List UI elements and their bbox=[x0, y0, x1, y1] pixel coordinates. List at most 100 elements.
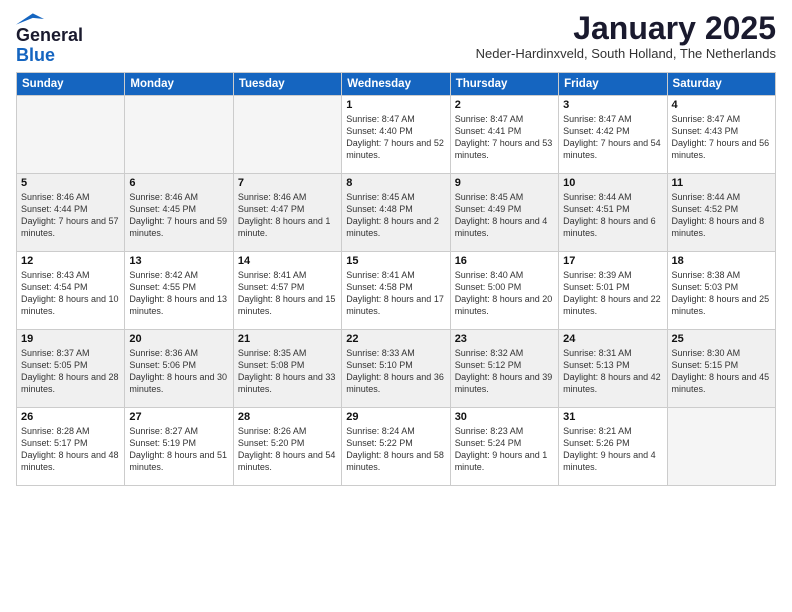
day-info: Sunrise: 8:45 AM Sunset: 4:48 PM Dayligh… bbox=[346, 191, 445, 240]
day-info: Sunrise: 8:27 AM Sunset: 5:19 PM Dayligh… bbox=[129, 425, 228, 474]
day-info: Sunrise: 8:46 AM Sunset: 4:47 PM Dayligh… bbox=[238, 191, 337, 240]
day-info: Sunrise: 8:35 AM Sunset: 5:08 PM Dayligh… bbox=[238, 347, 337, 396]
day-info: Sunrise: 8:33 AM Sunset: 5:10 PM Dayligh… bbox=[346, 347, 445, 396]
day-info: Sunrise: 8:41 AM Sunset: 4:58 PM Dayligh… bbox=[346, 269, 445, 318]
calendar-cell: 26 Sunrise: 8:28 AM Sunset: 5:17 PM Dayli… bbox=[17, 407, 125, 485]
calendar-cell: 10Sunrise: 8:44 AM Sunset: 4:51 PM Dayli… bbox=[559, 173, 667, 251]
calendar-cell: 2 Sunrise: 8:47 AM Sunset: 4:41 PM Daylig… bbox=[450, 95, 558, 173]
header: General Blue January 2025 Neder-Hardinxv… bbox=[16, 12, 776, 66]
day-info: Sunrise: 8:44 AM Sunset: 4:52 PM Dayligh… bbox=[672, 191, 771, 240]
day-info: Sunrise: 8:40 AM Sunset: 5:00 PM Dayligh… bbox=[455, 269, 554, 318]
calendar-cell: 14 Sunrise: 8:41 AM Sunset: 4:57 PM Dayli… bbox=[233, 251, 341, 329]
day-number: 25 bbox=[672, 333, 771, 345]
calendar-cell: 19 Sunrise: 8:37 AM Sunset: 5:05 PM Dayli… bbox=[17, 329, 125, 407]
day-number: 13 bbox=[129, 255, 228, 267]
calendar-cell: 31Sunrise: 8:21 AM Sunset: 5:26 PM Dayli… bbox=[559, 407, 667, 485]
calendar-cell: 17Sunrise: 8:39 AM Sunset: 5:01 PM Dayli… bbox=[559, 251, 667, 329]
calendar-cell: 13 Sunrise: 8:42 AM Sunset: 4:55 PM Dayli… bbox=[125, 251, 233, 329]
calendar-cell: 3Sunrise: 8:47 AM Sunset: 4:42 PM Daylig… bbox=[559, 95, 667, 173]
weekday-header-saturday: Saturday bbox=[667, 72, 775, 95]
day-number: 23 bbox=[455, 333, 554, 345]
day-number: 16 bbox=[455, 255, 554, 267]
logo: General Blue bbox=[16, 12, 83, 66]
day-number: 6 bbox=[129, 177, 228, 189]
day-number: 2 bbox=[455, 99, 554, 111]
day-number: 4 bbox=[672, 99, 771, 111]
calendar-cell: 9 Sunrise: 8:45 AM Sunset: 4:49 PM Daylig… bbox=[450, 173, 558, 251]
day-info: Sunrise: 8:46 AM Sunset: 4:45 PM Dayligh… bbox=[129, 191, 228, 240]
calendar-table: SundayMondayTuesdayWednesdayThursdayFrid… bbox=[16, 72, 776, 486]
day-info: Sunrise: 8:38 AM Sunset: 5:03 PM Dayligh… bbox=[672, 269, 771, 318]
day-info: Sunrise: 8:43 AM Sunset: 4:54 PM Dayligh… bbox=[21, 269, 120, 318]
month-title: January 2025 bbox=[476, 12, 776, 44]
calendar-cell: 18 Sunrise: 8:38 AM Sunset: 5:03 PM Dayli… bbox=[667, 251, 775, 329]
title-block: January 2025 Neder-Hardinxveld, South Ho… bbox=[476, 12, 776, 61]
day-number: 27 bbox=[129, 411, 228, 423]
weekday-header-sunday: Sunday bbox=[17, 72, 125, 95]
day-info: Sunrise: 8:47 AM Sunset: 4:41 PM Dayligh… bbox=[455, 113, 554, 162]
day-number: 30 bbox=[455, 411, 554, 423]
day-number: 17 bbox=[563, 255, 662, 267]
calendar-cell: 29Sunrise: 8:24 AM Sunset: 5:22 PM Dayli… bbox=[342, 407, 450, 485]
weekday-header-row: SundayMondayTuesdayWednesdayThursdayFrid… bbox=[17, 72, 776, 95]
weekday-header-friday: Friday bbox=[559, 72, 667, 95]
calendar-cell: 21 Sunrise: 8:35 AM Sunset: 5:08 PM Dayli… bbox=[233, 329, 341, 407]
calendar-cell: 25 Sunrise: 8:30 AM Sunset: 5:15 PM Dayli… bbox=[667, 329, 775, 407]
day-info: Sunrise: 8:47 AM Sunset: 4:42 PM Dayligh… bbox=[563, 113, 662, 162]
calendar-cell: 22 Sunrise: 8:33 AM Sunset: 5:10 PM Dayli… bbox=[342, 329, 450, 407]
day-number: 19 bbox=[21, 333, 120, 345]
day-number: 26 bbox=[21, 411, 120, 423]
weekday-header-tuesday: Tuesday bbox=[233, 72, 341, 95]
calendar-cell: 16 Sunrise: 8:40 AM Sunset: 5:00 PM Dayli… bbox=[450, 251, 558, 329]
day-number: 7 bbox=[238, 177, 337, 189]
calendar-week-row: 19 Sunrise: 8:37 AM Sunset: 5:05 PM Dayli… bbox=[17, 329, 776, 407]
day-number: 20 bbox=[129, 333, 228, 345]
calendar-cell: 28 Sunrise: 8:26 AM Sunset: 5:20 PM Dayli… bbox=[233, 407, 341, 485]
day-number: 5 bbox=[21, 177, 120, 189]
calendar-cell: 23 Sunrise: 8:32 AM Sunset: 5:12 PM Dayli… bbox=[450, 329, 558, 407]
calendar-cell bbox=[125, 95, 233, 173]
day-info: Sunrise: 8:23 AM Sunset: 5:24 PM Dayligh… bbox=[455, 425, 554, 474]
day-info: Sunrise: 8:26 AM Sunset: 5:20 PM Dayligh… bbox=[238, 425, 337, 474]
day-info: Sunrise: 8:37 AM Sunset: 5:05 PM Dayligh… bbox=[21, 347, 120, 396]
calendar-cell: 27 Sunrise: 8:27 AM Sunset: 5:19 PM Dayli… bbox=[125, 407, 233, 485]
day-info: Sunrise: 8:28 AM Sunset: 5:17 PM Dayligh… bbox=[21, 425, 120, 474]
day-number: 28 bbox=[238, 411, 337, 423]
calendar-cell: 4Sunrise: 8:47 AM Sunset: 4:43 PM Daylig… bbox=[667, 95, 775, 173]
calendar-cell bbox=[233, 95, 341, 173]
day-number: 9 bbox=[455, 177, 554, 189]
day-number: 12 bbox=[21, 255, 120, 267]
day-number: 18 bbox=[672, 255, 771, 267]
day-number: 1 bbox=[346, 99, 445, 111]
calendar-cell: 11Sunrise: 8:44 AM Sunset: 4:52 PM Dayli… bbox=[667, 173, 775, 251]
day-info: Sunrise: 8:32 AM Sunset: 5:12 PM Dayligh… bbox=[455, 347, 554, 396]
day-number: 14 bbox=[238, 255, 337, 267]
day-info: Sunrise: 8:42 AM Sunset: 4:55 PM Dayligh… bbox=[129, 269, 228, 318]
day-number: 21 bbox=[238, 333, 337, 345]
calendar-week-row: 12 Sunrise: 8:43 AM Sunset: 4:54 PM Dayli… bbox=[17, 251, 776, 329]
page: General Blue January 2025 Neder-Hardinxv… bbox=[0, 0, 792, 494]
day-number: 10 bbox=[563, 177, 662, 189]
calendar-week-row: 5 Sunrise: 8:46 AM Sunset: 4:44 PM Daylig… bbox=[17, 173, 776, 251]
calendar-cell: 8 Sunrise: 8:45 AM Sunset: 4:48 PM Daylig… bbox=[342, 173, 450, 251]
day-number: 29 bbox=[346, 411, 445, 423]
day-info: Sunrise: 8:45 AM Sunset: 4:49 PM Dayligh… bbox=[455, 191, 554, 240]
calendar-cell: 6 Sunrise: 8:46 AM Sunset: 4:45 PM Daylig… bbox=[125, 173, 233, 251]
day-info: Sunrise: 8:30 AM Sunset: 5:15 PM Dayligh… bbox=[672, 347, 771, 396]
day-number: 22 bbox=[346, 333, 445, 345]
logo-icon bbox=[16, 12, 44, 26]
day-info: Sunrise: 8:31 AM Sunset: 5:13 PM Dayligh… bbox=[563, 347, 662, 396]
calendar-cell: 24Sunrise: 8:31 AM Sunset: 5:13 PM Dayli… bbox=[559, 329, 667, 407]
calendar-cell: 20Sunrise: 8:36 AM Sunset: 5:06 PM Dayli… bbox=[125, 329, 233, 407]
logo-text-blue: Blue bbox=[16, 46, 55, 66]
day-info: Sunrise: 8:46 AM Sunset: 4:44 PM Dayligh… bbox=[21, 191, 120, 240]
weekday-header-thursday: Thursday bbox=[450, 72, 558, 95]
calendar-week-row: 1Sunrise: 8:47 AM Sunset: 4:40 PM Daylig… bbox=[17, 95, 776, 173]
calendar-cell: 15Sunrise: 8:41 AM Sunset: 4:58 PM Dayli… bbox=[342, 251, 450, 329]
calendar-week-row: 26 Sunrise: 8:28 AM Sunset: 5:17 PM Dayli… bbox=[17, 407, 776, 485]
day-number: 8 bbox=[346, 177, 445, 189]
weekday-header-wednesday: Wednesday bbox=[342, 72, 450, 95]
calendar-cell: 30 Sunrise: 8:23 AM Sunset: 5:24 PM Dayli… bbox=[450, 407, 558, 485]
calendar-cell: 1Sunrise: 8:47 AM Sunset: 4:40 PM Daylig… bbox=[342, 95, 450, 173]
day-info: Sunrise: 8:41 AM Sunset: 4:57 PM Dayligh… bbox=[238, 269, 337, 318]
